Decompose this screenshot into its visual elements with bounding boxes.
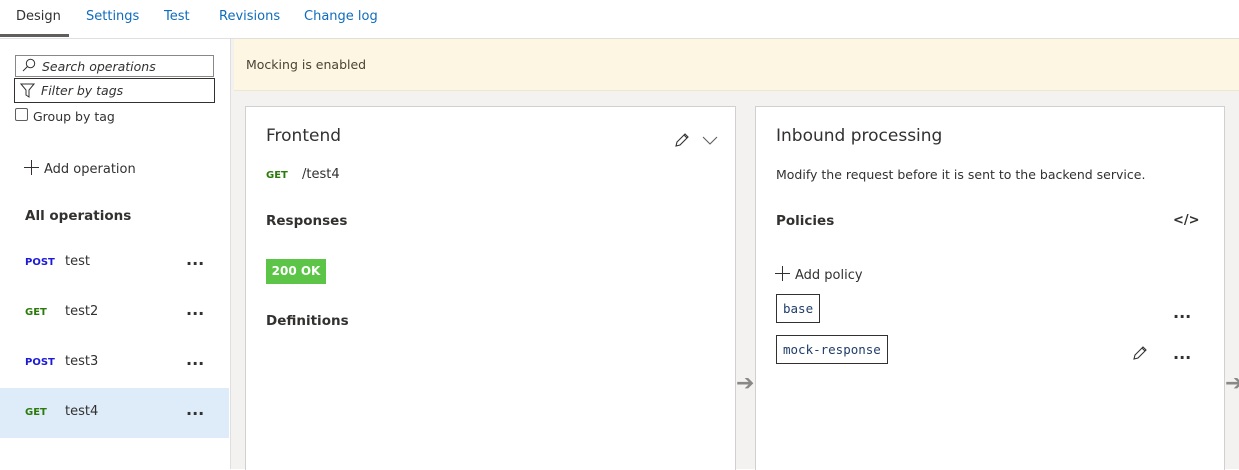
group-by-tag-label: Group by tag	[33, 109, 115, 124]
more-options-button[interactable]: ...	[186, 400, 204, 419]
operation-path: /test4	[302, 167, 340, 182]
operation-item[interactable]: POST test3 ...	[0, 338, 229, 388]
operation-item-selected[interactable]: GET test4 ...	[0, 388, 229, 438]
add-operation-label: Add operation	[44, 162, 136, 177]
inbound-description: Modify the request before it is sent to …	[776, 167, 1146, 182]
inbound-card	[755, 106, 1225, 470]
method-badge: POST	[25, 257, 55, 268]
add-operation-button[interactable]: Add operation	[24, 160, 136, 177]
pencil-icon[interactable]	[673, 131, 691, 149]
method-badge: POST	[25, 357, 55, 368]
all-operations-heading[interactable]: All operations	[25, 208, 131, 224]
frontend-card	[245, 106, 736, 470]
add-policy-label: Add policy	[795, 268, 863, 283]
method-badge: GET	[25, 407, 47, 418]
response-200-badge[interactable]: 200 OK	[266, 259, 326, 284]
policies-heading: Policies	[776, 213, 835, 229]
mocking-banner: Mocking is enabled	[234, 39, 1239, 91]
more-options-button[interactable]: ...	[1173, 303, 1191, 322]
tab-change-log[interactable]: Change log	[304, 9, 378, 24]
tab-design[interactable]: Design	[16, 9, 61, 24]
banner-text: Mocking is enabled	[246, 57, 367, 72]
definitions-heading: Definitions	[266, 313, 349, 329]
code-view-icon[interactable]: </>	[1173, 213, 1200, 228]
more-options-button[interactable]: ...	[186, 300, 204, 319]
tab-settings[interactable]: Settings	[86, 9, 139, 24]
search-placeholder: Search operations	[42, 59, 156, 74]
inbound-title: Inbound processing	[776, 126, 943, 146]
method-badge: GET	[25, 307, 47, 318]
operation-name: test4	[65, 404, 99, 419]
operation-name: test2	[65, 304, 99, 319]
filter-tags-input[interactable]: Filter by tags	[14, 78, 215, 103]
group-by-tag-checkbox[interactable]	[15, 108, 28, 121]
add-policy-button[interactable]: Add policy	[775, 266, 863, 283]
more-options-button[interactable]: ...	[186, 350, 204, 369]
search-input[interactable]: Search operations	[15, 55, 214, 77]
arrow-right-icon: ➔	[1225, 371, 1239, 396]
operation-name: test3	[65, 354, 99, 369]
policy-base[interactable]: base	[776, 294, 821, 323]
search-icon	[22, 58, 36, 72]
filter-placeholder: Filter by tags	[41, 83, 124, 98]
more-options-button[interactable]: ...	[1173, 344, 1191, 363]
active-tab-indicator	[0, 34, 69, 37]
operation-item[interactable]: GET test2 ...	[0, 288, 229, 338]
operation-item[interactable]: POST test ...	[0, 238, 229, 288]
tab-test[interactable]: Test	[164, 9, 190, 24]
tab-bar: Design Settings Test Revisions Change lo…	[0, 0, 1239, 39]
filter-icon	[20, 83, 35, 98]
tab-revisions[interactable]: Revisions	[219, 9, 280, 24]
frontend-title: Frontend	[266, 126, 342, 146]
policy-mock-response[interactable]: mock-response	[776, 335, 888, 364]
responses-heading: Responses	[266, 213, 348, 229]
arrow-right-icon: ➔	[736, 371, 755, 396]
chevron-down-icon[interactable]	[701, 133, 719, 147]
operation-name: test	[65, 254, 90, 269]
method-badge: GET	[266, 170, 288, 181]
pencil-icon[interactable]	[1131, 344, 1149, 362]
more-options-button[interactable]: ...	[186, 250, 204, 269]
plus-icon	[24, 160, 39, 175]
plus-icon	[775, 266, 790, 281]
